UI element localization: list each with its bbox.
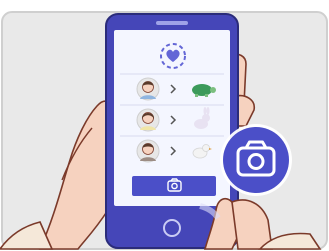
person-icon xyxy=(136,139,160,163)
camera-badge xyxy=(220,124,292,196)
illustration xyxy=(0,0,329,251)
person-icon xyxy=(136,77,160,101)
phone-illustration xyxy=(0,11,328,250)
phone-speaker xyxy=(156,21,188,25)
camera-button[interactable] xyxy=(132,176,216,196)
person-icon xyxy=(136,108,160,132)
